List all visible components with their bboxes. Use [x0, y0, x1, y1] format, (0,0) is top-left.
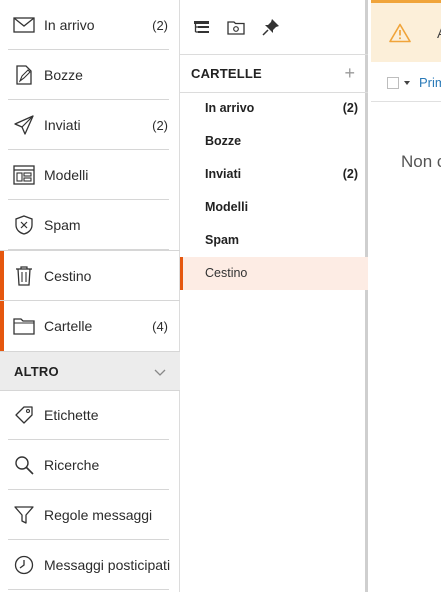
search-icon [12, 453, 36, 477]
nav-item-templates[interactable]: Modelli [0, 150, 180, 200]
empty-state-text: Non c [401, 152, 441, 171]
folder-item-sent[interactable]: Inviati (2) [180, 158, 368, 191]
pin-icon[interactable] [261, 17, 281, 37]
draft-icon [12, 63, 36, 87]
nav-item-label: Bozze [44, 67, 83, 83]
folder-item-drafts[interactable]: Bozze [180, 125, 368, 158]
envelope-icon [12, 13, 36, 37]
nav-item-label: Messaggi posticipati [44, 557, 171, 573]
folder-label: Inviati [205, 167, 242, 181]
left-navigation: In arrivo (2) Bozze Inviati (2) Modelli [0, 0, 180, 592]
folders-title: CARTELLE [191, 66, 262, 81]
unread-count: (2) [152, 117, 168, 133]
nav-item-inbox[interactable]: In arrivo (2) [0, 0, 180, 50]
folder-icon [12, 314, 36, 338]
nav-item-spam[interactable]: Spam [0, 200, 180, 250]
nav-item-drafts[interactable]: Bozze [0, 50, 180, 100]
folder-label: Modelli [205, 200, 249, 214]
message-list-toolbar: Prim [371, 62, 441, 102]
folder-label: Spam [205, 233, 240, 247]
folder-item-inbox[interactable]: In arrivo (2) [180, 92, 368, 125]
unread-count: (2) [342, 101, 358, 115]
message-area: A Prim Non c [371, 0, 441, 592]
clock-icon [12, 553, 36, 577]
chevron-down-icon [154, 364, 166, 382]
tag-icon [12, 403, 36, 427]
nav-item-searches[interactable]: Ricerche [0, 440, 180, 490]
nav-item-label: Regole messaggi [44, 507, 153, 523]
nav-item-label: Ricerche [44, 457, 100, 473]
add-folder-button[interactable]: + [344, 63, 355, 84]
select-dropdown-icon[interactable] [404, 81, 410, 85]
unread-count: (2) [152, 17, 168, 33]
nav-item-label: Modelli [44, 167, 89, 183]
nav-item-sent[interactable]: Inviati (2) [0, 100, 180, 150]
select-all-checkbox[interactable] [387, 77, 399, 89]
folder-toolbar [180, 0, 368, 55]
altro-section-toggle[interactable]: ALTRO [0, 351, 180, 391]
nav-item-rules[interactable]: Regole messaggi [0, 490, 180, 540]
warning-icon [389, 23, 411, 48]
nav-item-label: Spam [44, 217, 81, 233]
nav-item-folders[interactable]: Cartelle (4) [0, 301, 180, 351]
folder-pane: CARTELLE + In arrivo (2) Bozze Inviati (… [180, 0, 368, 592]
section-title: ALTRO [14, 363, 59, 379]
nav-item-label: Etichette [44, 407, 99, 423]
nav-item-label: In arrivo [44, 17, 95, 33]
folder-tree-icon[interactable] [191, 17, 211, 37]
nav-item-label: Cestino [44, 268, 92, 284]
folder-item-trash[interactable]: Cestino [180, 257, 368, 290]
folder-count: (4) [152, 318, 168, 334]
folder-label: Cestino [205, 266, 248, 280]
mail-app: In arrivo (2) Bozze Inviati (2) Modelli [0, 0, 441, 592]
folder-item-templates[interactable]: Modelli [180, 191, 368, 224]
nav-item-trash[interactable]: Cestino [0, 250, 180, 301]
spam-shield-icon [12, 213, 36, 237]
nav-item-label: Inviati [44, 117, 81, 133]
send-icon [12, 113, 36, 137]
warning-banner: A [371, 0, 441, 62]
trash-icon [12, 264, 36, 288]
nav-item-labels[interactable]: Etichette [0, 390, 180, 440]
new-folder-icon[interactable] [226, 17, 246, 37]
template-icon [12, 163, 36, 187]
divider [8, 589, 169, 590]
unread-count: (2) [342, 167, 358, 181]
nav-item-label: Cartelle [44, 318, 93, 334]
folder-label: Bozze [205, 134, 242, 148]
folder-label: In arrivo [205, 101, 255, 115]
banner-text: A [437, 25, 441, 41]
list-tab-primary[interactable]: Prim [419, 75, 441, 90]
folder-item-spam[interactable]: Spam [180, 224, 368, 257]
nav-item-snoozed[interactable]: Messaggi posticipati [0, 540, 180, 590]
folders-header: CARTELLE + [180, 55, 368, 93]
filter-icon [12, 503, 36, 527]
